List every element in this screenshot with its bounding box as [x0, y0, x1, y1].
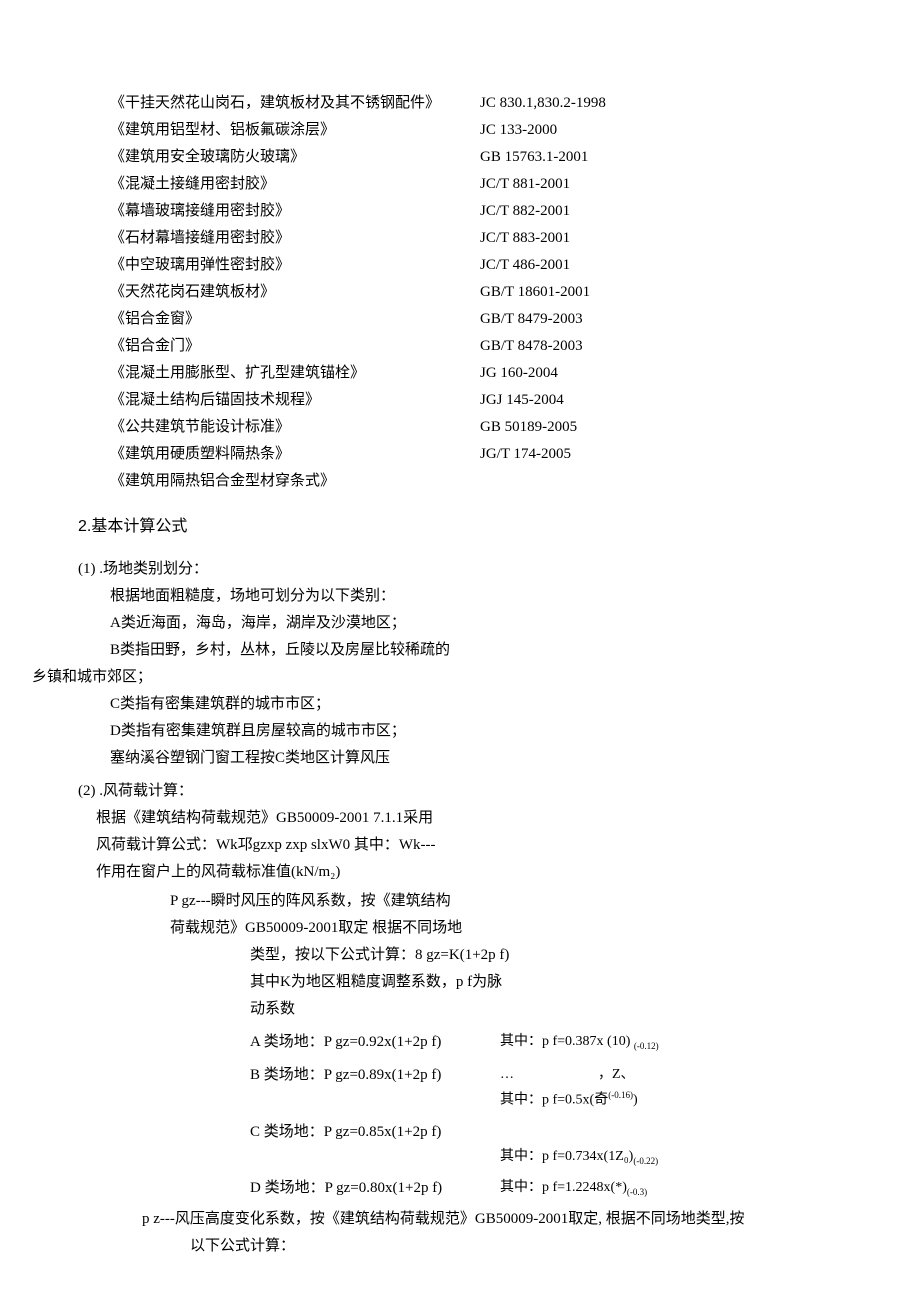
formula-row-a: A 类场地：P gz=0.92x(1+2p f) 其中：p f=0.387x (… [250, 1029, 860, 1056]
body-text: C类指有密集建筑群的城市市区； [110, 691, 860, 718]
standard-code: JGJ 145-2004 [480, 387, 564, 414]
standard-row: 《天然花岗石建筑板材》GB/T 18601-2001 [110, 279, 860, 306]
formula-left: D 类场地：P gz=0.80x(1+2p f) [250, 1175, 500, 1202]
standard-code: JG/T 174-2005 [480, 441, 571, 468]
standards-list: 《干挂天然花山岗石，建筑板材及其不锈钢配件》JC 830.1,830.2-199… [110, 90, 860, 495]
standard-code: JG 160-2004 [480, 360, 558, 387]
standard-name: 《建筑用硬质塑料隔热条》 [110, 441, 480, 468]
standard-row: 《建筑用安全玻璃防火玻璃》GB 15763.1-2001 [110, 144, 860, 171]
formula-right: … ，Z、 其中：p f=0.5x(奇(-0.16)) [500, 1062, 638, 1113]
body-text: 乡镇和城市郊区； [32, 664, 860, 691]
standard-code: JC 830.1,830.2-1998 [480, 90, 606, 117]
formula-row-c: C 类场地：P gz=0.85x(1+2p f) 其中：p f=0.734x(1… [250, 1119, 860, 1169]
standard-code: GB/T 8478-2003 [480, 333, 583, 360]
body-text: 风荷载计算公式：Wk邛gzxp zxp slxW0 其中：Wk--- [96, 832, 860, 859]
formula-right: 其中：p f=1.2248x(*)(-0.3) [500, 1175, 647, 1200]
standard-row: 《建筑用硬质塑料隔热条》JG/T 174-2005 [110, 441, 860, 468]
standard-code: GB/T 18601-2001 [480, 279, 590, 306]
standard-name: 《铝合金门》 [110, 333, 480, 360]
standard-name: 《建筑用隔热铝合金型材穿条式》 [110, 468, 480, 495]
standard-row: 《干挂天然花山岗石，建筑板材及其不锈钢配件》JC 830.1,830.2-199… [110, 90, 860, 117]
standard-name: 《天然花岗石建筑板材》 [110, 279, 480, 306]
standard-code: JC/T 881-2001 [480, 171, 570, 198]
formula-left: B 类场地：P gz=0.89x(1+2p f) [250, 1062, 500, 1089]
body-text: p z---风压高度变化系数，按《建筑结构荷载规范》GB50009-2001取定… [142, 1206, 860, 1233]
formula-left: C 类场地：P gz=0.85x(1+2p f) [250, 1119, 500, 1146]
body-text: B类指田野，乡村，丛林，丘陵以及房屋比较稀疏的 [110, 637, 860, 664]
standard-code: JC/T 883-2001 [480, 225, 570, 252]
standard-row: 《铝合金窗》GB/T 8479-2003 [110, 306, 860, 333]
formula-row-b: B 类场地：P gz=0.89x(1+2p f) … ，Z、 其中：p f=0.… [250, 1062, 860, 1113]
body-text: 塞纳溪谷塑钢门窗工程按C类地区计算风压 [110, 745, 860, 772]
standard-code: GB 15763.1-2001 [480, 144, 588, 171]
standard-name: 《混凝土用膨胀型、扩孔型建筑锚栓》 [110, 360, 480, 387]
body-text: D类指有密集建筑群且房屋较高的城市市区； [110, 718, 860, 745]
formula-row-d: D 类场地：P gz=0.80x(1+2p f) 其中：p f=1.2248x(… [250, 1175, 860, 1202]
standard-name: 《铝合金窗》 [110, 306, 480, 333]
formula-intro: P gz---瞬时风压的阵风系数，按《建筑结构 荷载规范》GB50009-200… [170, 888, 860, 1202]
standard-name: 《建筑用安全玻璃防火玻璃》 [110, 144, 480, 171]
standard-row: 《混凝土用膨胀型、扩孔型建筑锚栓》JG 160-2004 [110, 360, 860, 387]
body-text: 根据地面粗糙度，场地可划分为以下类别： [110, 583, 860, 610]
item-1-heading: (1) .场地类别划分： [78, 556, 860, 583]
body-text: 以下公式计算： [190, 1233, 860, 1260]
standard-name: 《中空玻璃用弹性密封胶》 [110, 252, 480, 279]
standard-code: JC/T 486-2001 [480, 252, 570, 279]
section-heading: 2.基本计算公式 [78, 513, 860, 542]
body-text: 其中K为地区粗糙度调整系数，p f为脉 [250, 969, 860, 996]
body-text: A类近海面，海岛，海岸，湖岸及沙漠地区； [110, 610, 860, 637]
standard-code: JC 133-2000 [480, 117, 557, 144]
standard-row: 《混凝土接缝用密封胶》JC/T 881-2001 [110, 171, 860, 198]
formula-left: A 类场地：P gz=0.92x(1+2p f) [250, 1029, 500, 1056]
formula-right: 其中：p f=0.734x(1Z₀)(-0.22) [500, 1119, 658, 1169]
standard-row: 《建筑用隔热铝合金型材穿条式》 [110, 468, 860, 495]
standard-name: 《混凝土接缝用密封胶》 [110, 171, 480, 198]
standard-row: 《石材幕墙接缝用密封胶》JC/T 883-2001 [110, 225, 860, 252]
body-text: 类型，按以下公式计算：8 gz=K(1+2p f) [250, 942, 860, 969]
standard-row: 《混凝土结构后锚固技术规程》JGJ 145-2004 [110, 387, 860, 414]
standard-name: 《干挂天然花山岗石，建筑板材及其不锈钢配件》 [110, 90, 480, 117]
standard-name: 《幕墙玻璃接缝用密封胶》 [110, 198, 480, 225]
standard-name: 《石材幕墙接缝用密封胶》 [110, 225, 480, 252]
body-text: 动系数 [250, 996, 860, 1023]
standard-row: 《公共建筑节能设计标准》GB 50189-2005 [110, 414, 860, 441]
body-text: 根据《建筑结构荷载规范》GB50009-2001 7.1.1采用 [96, 805, 860, 832]
standard-row: 《建筑用铝型材、铝板氟碳涂层》JC 133-2000 [110, 117, 860, 144]
body-text: P gz---瞬时风压的阵风系数，按《建筑结构 [170, 888, 860, 915]
standard-row: 《铝合金门》GB/T 8478-2003 [110, 333, 860, 360]
standard-row: 《中空玻璃用弹性密封胶》JC/T 486-2001 [110, 252, 860, 279]
body-text: 作用在窗户上的风荷载标准值(kN/m₂) [96, 859, 860, 886]
formula-right: 其中：p f=0.387x (10) (-0.12) [500, 1029, 659, 1054]
standard-code: JC/T 882-2001 [480, 198, 570, 225]
standard-code: GB 50189-2005 [480, 414, 577, 441]
body-text: 荷载规范》GB50009-2001取定 根据不同场地 [170, 915, 860, 942]
standard-name: 《建筑用铝型材、铝板氟碳涂层》 [110, 117, 480, 144]
standard-name: 《混凝土结构后锚固技术规程》 [110, 387, 480, 414]
standard-code: GB/T 8479-2003 [480, 306, 583, 333]
item-2-heading: (2) .风荷载计算： [78, 778, 860, 805]
standard-row: 《幕墙玻璃接缝用密封胶》JC/T 882-2001 [110, 198, 860, 225]
standard-name: 《公共建筑节能设计标准》 [110, 414, 480, 441]
